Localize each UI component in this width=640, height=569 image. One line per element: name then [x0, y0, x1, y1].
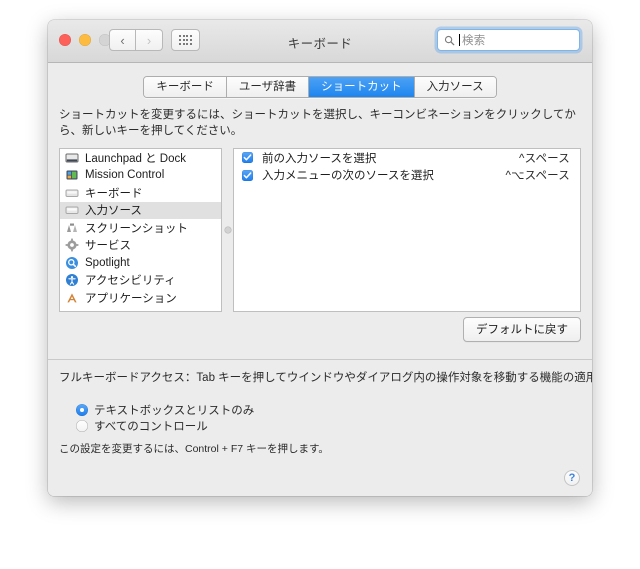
- category-label: Mission Control: [85, 169, 165, 182]
- shortcut-name: 前の入力ソースを選択: [262, 152, 377, 165]
- screenshot-icon: [65, 221, 79, 235]
- search-placeholder: 検索: [462, 35, 486, 47]
- shortcut-list[interactable]: 前の入力ソースを選択 ^スペース 入力メニューの次のソースを選択 ^⌥スペース: [233, 148, 581, 312]
- restore-defaults-button[interactable]: デフォルトに戻す: [463, 317, 581, 342]
- radio-label: すべてのコントロール: [94, 421, 208, 433]
- category-label: Spotlight: [85, 256, 130, 269]
- preferences-content: キーボード ユーザ辞書 ショートカット 入力ソース ショートカットを変更するには…: [48, 63, 592, 496]
- tab-bar: キーボード ユーザ辞書 ショートカット 入力ソース: [48, 76, 592, 98]
- instruction-text: ショートカットを変更するには、ショートカットを選択し、キーコンビネーションをクリ…: [59, 109, 576, 137]
- radio-button-icon[interactable]: [76, 420, 88, 432]
- help-button[interactable]: ?: [564, 470, 580, 486]
- category-row-services[interactable]: サービス: [60, 237, 221, 255]
- mission-control-icon: [65, 168, 79, 182]
- text-cursor: [459, 34, 460, 46]
- category-label: Launchpad と Dock: [85, 152, 187, 165]
- category-label: 入力ソース: [85, 205, 142, 218]
- category-row-spotlight[interactable]: Spotlight: [60, 254, 221, 272]
- radio-all-controls[interactable]: すべてのコントロール: [76, 418, 208, 434]
- shortcut-checkbox[interactable]: [242, 169, 253, 181]
- application-icon: [65, 291, 79, 305]
- tab-shortcuts[interactable]: ショートカット: [309, 77, 415, 97]
- category-label: スクリーンショット: [85, 222, 188, 235]
- splitter-handle-icon[interactable]: [224, 226, 231, 234]
- category-label: キーボード: [85, 187, 143, 200]
- radio-text-boxes-and-lists[interactable]: テキストボックスとリストのみ: [76, 402, 254, 418]
- category-list[interactable]: Launchpad と Dock Mission Control キーボード 入…: [59, 148, 222, 312]
- category-row-input-sources[interactable]: 入力ソース: [60, 201, 221, 219]
- category-label: アプリケーション: [85, 292, 177, 305]
- shortcut-row[interactable]: 入力メニューの次のソースを選択 ^⌥スペース: [234, 167, 580, 185]
- search-icon: [444, 35, 455, 45]
- shortcuts-panes: Launchpad と Dock Mission Control キーボード 入…: [59, 148, 581, 312]
- radio-button-selected-icon[interactable]: [76, 404, 88, 416]
- keyboard-preferences-window: ‹ › キーボード 検索 キーボード ユーザ辞書 ショートカット 入力ソース シ…: [48, 20, 592, 496]
- full-keyboard-access-note: この設定を変更するには、Control + F7 キーを押します。: [59, 443, 329, 455]
- category-row-mission-control[interactable]: Mission Control: [60, 167, 221, 185]
- category-label: サービス: [85, 240, 131, 253]
- category-row-application[interactable]: アプリケーション: [60, 289, 221, 307]
- services-gear-icon: [65, 238, 79, 252]
- tab-keyboard[interactable]: キーボード: [144, 77, 227, 97]
- section-divider: [48, 359, 592, 360]
- category-row-launchpad-dock[interactable]: Launchpad と Dock: [60, 149, 221, 167]
- window-titlebar: ‹ › キーボード 検索: [48, 20, 592, 63]
- search-field[interactable]: 検索: [437, 29, 580, 51]
- shortcut-name: 入力メニューの次のソースを選択: [262, 170, 434, 183]
- tab-input-sources[interactable]: 入力ソース: [414, 77, 496, 97]
- category-row-accessibility[interactable]: アクセシビリティ: [60, 272, 221, 290]
- shortcut-row[interactable]: 前の入力ソースを選択 ^スペース: [234, 149, 580, 167]
- category-label: アクセシビリティ: [85, 275, 176, 288]
- input-sources-icon: [65, 203, 79, 217]
- shortcut-key[interactable]: ^スペース: [519, 150, 570, 166]
- category-row-screenshot[interactable]: スクリーンショット: [60, 219, 221, 237]
- tab-text[interactable]: ユーザ辞書: [226, 77, 310, 97]
- spotlight-icon: [65, 256, 79, 270]
- shortcut-key[interactable]: ^⌥スペース: [506, 167, 570, 183]
- category-row-keyboard[interactable]: キーボード: [60, 184, 221, 202]
- accessibility-icon: [65, 273, 79, 287]
- shortcut-checkbox[interactable]: [242, 152, 253, 164]
- dock-icon: [65, 151, 79, 165]
- pane-splitter[interactable]: [222, 148, 233, 312]
- radio-label: テキストボックスとリストのみ: [94, 405, 255, 417]
- keyboard-icon: [65, 186, 79, 200]
- full-keyboard-access-label: フルキーボードアクセス：Tab キーを押してウインドウやダイアログ内の操作対象を…: [59, 372, 592, 384]
